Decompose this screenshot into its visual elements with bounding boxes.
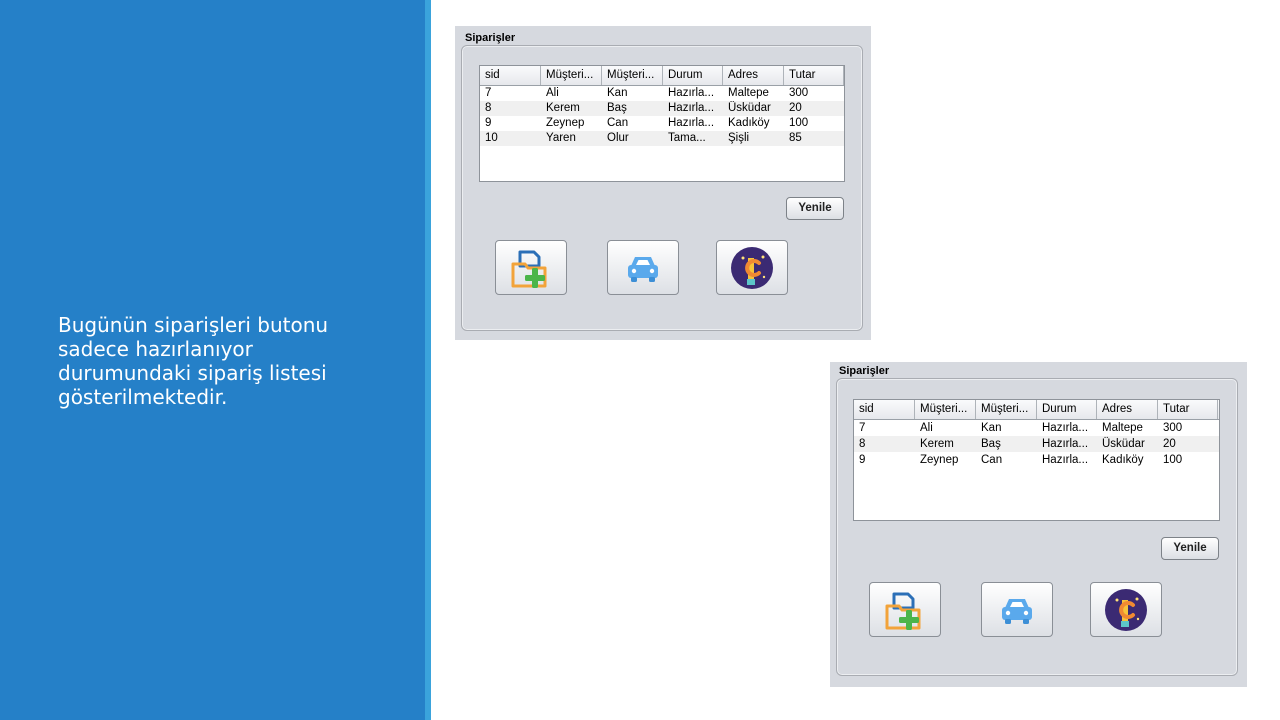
orders-window-after: Siparişler sid Müşteri... Müşteri... Dur… bbox=[830, 362, 1247, 687]
cell-amount: 100 bbox=[789, 117, 809, 129]
new-order-folder-icon bbox=[511, 250, 547, 288]
new-order-button[interactable] bbox=[869, 582, 941, 637]
refresh-button[interactable]: Yenile bbox=[786, 197, 844, 220]
cell-surname: Baş bbox=[981, 438, 1001, 450]
divider-stripe bbox=[425, 0, 431, 720]
table-row[interactable]: 10 Yaren Olur Tama... Şişli 85 bbox=[480, 131, 844, 146]
window-title: Siparişler bbox=[465, 32, 516, 44]
cell-address: Şişli bbox=[728, 132, 750, 144]
table-row[interactable]: 8 Kerem Baş Hazırla... Üsküdar 20 bbox=[854, 436, 1219, 452]
column-header-address[interactable]: Adres bbox=[1097, 400, 1158, 419]
new-order-folder-icon bbox=[885, 592, 921, 630]
cell-surname: Kan bbox=[607, 87, 628, 99]
cell-status: Tama... bbox=[668, 132, 706, 144]
cell-address: Kadıköy bbox=[728, 117, 770, 129]
column-header-amount[interactable]: Tutar bbox=[1158, 400, 1218, 419]
column-header-address[interactable]: Adres bbox=[723, 66, 784, 85]
car-icon bbox=[1002, 599, 1032, 624]
cell-sid: 9 bbox=[859, 454, 866, 466]
cell-status: Hazırla... bbox=[668, 102, 715, 114]
cell-surname: Olur bbox=[607, 132, 629, 144]
cell-amount: 20 bbox=[789, 102, 802, 114]
cell-amount: 100 bbox=[1163, 454, 1183, 466]
cell-address: Kadıköy bbox=[1102, 454, 1144, 466]
cell-amount: 85 bbox=[789, 132, 802, 144]
table-row[interactable]: 7 Ali Kan Hazırla... Maltepe 300 bbox=[854, 420, 1219, 436]
column-header-sid[interactable]: sid bbox=[854, 400, 915, 419]
launch-button[interactable] bbox=[1090, 582, 1162, 637]
cell-status: Hazırla... bbox=[668, 87, 715, 99]
cell-surname: Kan bbox=[981, 422, 1002, 434]
cell-sid: 8 bbox=[485, 102, 492, 114]
cell-name: Zeynep bbox=[920, 454, 959, 466]
car-icon bbox=[628, 257, 658, 282]
column-header-status[interactable]: Durum bbox=[663, 66, 723, 85]
table-header: sid Müşteri... Müşteri... Durum Adres Tu… bbox=[480, 66, 844, 86]
cell-status: Hazırla... bbox=[668, 117, 715, 129]
cell-amount: 300 bbox=[789, 87, 809, 99]
cell-status: Hazırla... bbox=[1042, 422, 1089, 434]
cell-sid: 7 bbox=[485, 87, 492, 99]
cell-name: Ali bbox=[546, 87, 559, 99]
cell-name: Ali bbox=[920, 422, 933, 434]
column-header-customer-name[interactable]: Müşteri... bbox=[541, 66, 602, 85]
table-row[interactable]: 8 Kerem Baş Hazırla... Üsküdar 20 bbox=[480, 101, 844, 116]
vehicle-button[interactable] bbox=[981, 582, 1053, 637]
orders-table[interactable]: sid Müşteri... Müşteri... Durum Adres Tu… bbox=[479, 65, 845, 182]
cell-sid: 8 bbox=[859, 438, 866, 450]
cell-amount: 300 bbox=[1163, 422, 1183, 434]
vehicle-button[interactable] bbox=[607, 240, 679, 295]
new-order-button[interactable] bbox=[495, 240, 567, 295]
rocket-c-icon bbox=[1105, 589, 1147, 631]
cell-address: Üsküdar bbox=[1102, 438, 1145, 450]
table-row[interactable]: 7 Ali Kan Hazırla... Maltepe 300 bbox=[480, 86, 844, 101]
cell-surname: Baş bbox=[607, 102, 627, 114]
cell-name: Yaren bbox=[546, 132, 576, 144]
slide-caption: Bugünün siparişleri butonu sadece hazırl… bbox=[58, 313, 329, 409]
refresh-button[interactable]: Yenile bbox=[1161, 537, 1219, 560]
cell-amount: 20 bbox=[1163, 438, 1176, 450]
column-header-sid[interactable]: sid bbox=[480, 66, 541, 85]
orders-window-before: Siparişler sid Müşteri... Müşteri... Dur… bbox=[455, 26, 871, 340]
column-header-status[interactable]: Durum bbox=[1037, 400, 1097, 419]
cell-address: Üsküdar bbox=[728, 102, 771, 114]
column-header-customer-surname[interactable]: Müşteri... bbox=[602, 66, 663, 85]
left-panel: Bugünün siparişleri butonu sadece hazırl… bbox=[0, 0, 425, 720]
column-header-customer-surname[interactable]: Müşteri... bbox=[976, 400, 1037, 419]
cell-name: Zeynep bbox=[546, 117, 585, 129]
cell-address: Maltepe bbox=[1102, 422, 1143, 434]
window-title: Siparişler bbox=[839, 365, 890, 377]
column-header-customer-name[interactable]: Müşteri... bbox=[915, 400, 976, 419]
launch-button[interactable] bbox=[716, 240, 788, 295]
cell-status: Hazırla... bbox=[1042, 454, 1089, 466]
table-row[interactable]: 9 Zeynep Can Hazırla... Kadıköy 100 bbox=[854, 452, 1219, 468]
cell-sid: 9 bbox=[485, 117, 492, 129]
table-row[interactable]: 9 Zeynep Can Hazırla... Kadıköy 100 bbox=[480, 116, 844, 131]
cell-sid: 10 bbox=[485, 132, 498, 144]
cell-name: Kerem bbox=[920, 438, 954, 450]
rocket-c-icon bbox=[731, 247, 773, 289]
cell-name: Kerem bbox=[546, 102, 580, 114]
table-header: sid Müşteri... Müşteri... Durum Adres Tu… bbox=[854, 400, 1219, 420]
column-header-amount[interactable]: Tutar bbox=[784, 66, 844, 85]
cell-surname: Can bbox=[981, 454, 1003, 466]
cell-status: Hazırla... bbox=[1042, 438, 1089, 450]
cell-sid: 7 bbox=[859, 422, 866, 434]
cell-surname: Can bbox=[607, 117, 629, 129]
cell-address: Maltepe bbox=[728, 87, 769, 99]
orders-table[interactable]: sid Müşteri... Müşteri... Durum Adres Tu… bbox=[853, 399, 1220, 521]
